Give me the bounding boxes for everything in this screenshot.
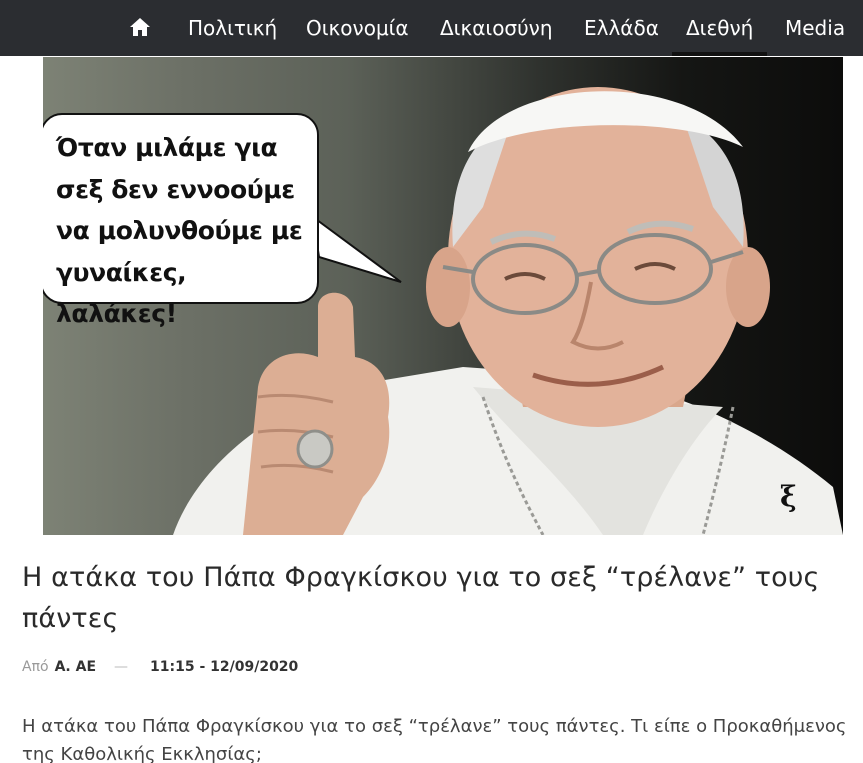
nav-item-international[interactable]: Διεθνή (671, 0, 768, 56)
home-icon[interactable] (128, 14, 152, 40)
meta-separator: — (114, 659, 129, 675)
watermark-logo: ξ (780, 480, 797, 513)
article-lead: Η ατάκα του Πάπα Φραγκίσκου για το σεξ “… (22, 716, 847, 763)
speech-bubble: Όταν μιλάμε για σεξ δεν εννοούμε να μολυ… (43, 113, 319, 328)
top-navigation: Πολιτική Οικονομία Δικαιοσύνη Ελλάδα Διε… (0, 0, 863, 56)
publish-datetime: 11:15 - 12/09/2020 (150, 659, 299, 675)
nav-item-media[interactable]: Media (785, 0, 845, 56)
speech-bubble-text: Όταν μιλάμε για σεξ δεν εννοούμε να μολυ… (56, 133, 303, 328)
article-hero-image: Όταν μιλάμε για σεξ δεν εννοούμε να μολυ… (43, 57, 843, 535)
article-headline: Η ατάκα του Πάπα Φραγκίσκου για το σεξ “… (22, 562, 820, 634)
byline-prefix: Από (22, 659, 49, 675)
nav-item-economy[interactable]: Οικονομία (306, 0, 409, 56)
article-meta: Από Α. ΑΕ — 11:15 - 12/09/2020 (22, 656, 298, 678)
nav-item-greece[interactable]: Ελλάδα (584, 0, 659, 56)
nav-item-justice[interactable]: Δικαιοσύνη (440, 0, 553, 56)
nav-item-politics[interactable]: Πολιτική (188, 0, 277, 56)
author-link[interactable]: Α. ΑΕ (55, 659, 96, 675)
